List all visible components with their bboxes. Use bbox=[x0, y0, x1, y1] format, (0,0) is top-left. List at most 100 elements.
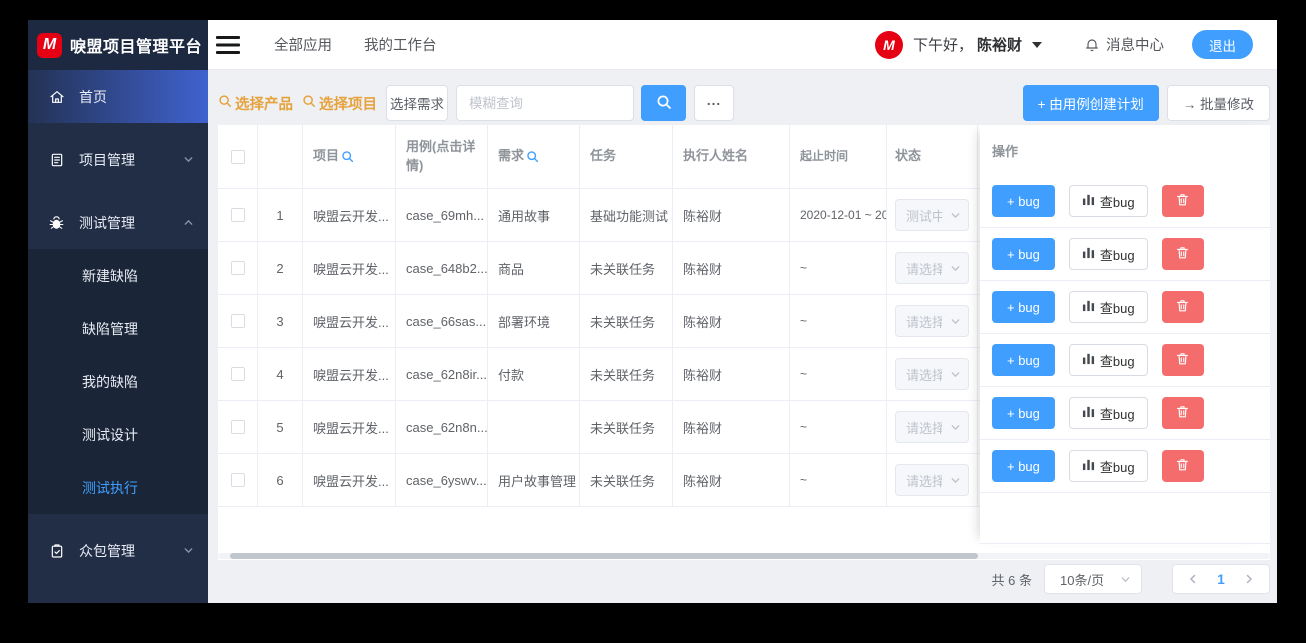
row-checkbox[interactable] bbox=[230, 261, 245, 275]
status-select[interactable]: 请选择 bbox=[895, 411, 969, 443]
column-search-icon[interactable] bbox=[341, 150, 354, 163]
view-bug-label: 查bug bbox=[1099, 459, 1135, 475]
delete-button[interactable] bbox=[1161, 344, 1204, 376]
select-demand-button[interactable]: 选择需求 bbox=[386, 85, 448, 121]
clipboard-icon bbox=[48, 542, 65, 559]
sidebar-subitem-new-defect[interactable]: 新建缺陷 bbox=[28, 249, 208, 302]
status-select-value: 请选择 bbox=[906, 367, 942, 383]
executor-header-label: 执行人姓名 bbox=[683, 148, 749, 164]
page-size-select[interactable]: 10条/页 bbox=[1044, 564, 1142, 594]
select-project-link[interactable]: 选择项目 bbox=[302, 93, 377, 114]
view-bug-label: 查bug bbox=[1099, 406, 1135, 422]
case-cell[interactable]: case_6yswv... bbox=[396, 454, 488, 506]
delete-button[interactable] bbox=[1161, 238, 1204, 270]
status-select[interactable]: 请选择 bbox=[895, 358, 969, 390]
create-plan-button[interactable]: + 由用例创建计划 bbox=[1022, 85, 1159, 121]
horizontal-scrollbar-thumb[interactable] bbox=[230, 553, 978, 559]
task-cell: 未关联任务 bbox=[580, 401, 673, 453]
select-all-checkbox[interactable] bbox=[230, 149, 245, 164]
trash-icon bbox=[1175, 245, 1190, 263]
sidebar-subitem-my-defects[interactable]: 我的缺陷 bbox=[28, 355, 208, 408]
view-bug-button[interactable]: 查bug bbox=[1068, 291, 1148, 323]
sidebar-item-label: 众包管理 bbox=[79, 542, 135, 559]
status-select[interactable]: 请选择 bbox=[895, 252, 969, 284]
add-bug-button[interactable]: + bug bbox=[992, 397, 1055, 429]
task-cell: 未关联任务 bbox=[580, 295, 673, 347]
row-checkbox[interactable] bbox=[230, 208, 245, 222]
project-header: 项目 bbox=[303, 125, 396, 188]
row-select-cell bbox=[218, 242, 258, 294]
add-bug-button[interactable]: + bug bbox=[992, 185, 1055, 217]
executor-cell: 陈裕财 bbox=[673, 348, 790, 400]
add-bug-button[interactable]: + bug bbox=[992, 450, 1055, 482]
case-cell[interactable]: case_62n8ir... bbox=[396, 348, 488, 400]
total-count: 共 6 条 bbox=[991, 572, 1032, 588]
search-button[interactable] bbox=[641, 85, 686, 121]
row-checkbox[interactable] bbox=[230, 314, 245, 328]
logout-button[interactable]: 退出 bbox=[1192, 30, 1253, 59]
sidebar-item-home[interactable]: 首页 bbox=[28, 70, 208, 123]
view-bug-button[interactable]: 查bug bbox=[1068, 450, 1148, 482]
view-bug-button[interactable]: 查bug bbox=[1068, 238, 1148, 270]
delete-button[interactable] bbox=[1161, 450, 1204, 482]
case-cell[interactable]: case_66sas... bbox=[396, 295, 488, 347]
user-menu[interactable]: 下午好， 陈裕财 bbox=[913, 34, 1042, 55]
avatar[interactable]: M bbox=[874, 30, 903, 59]
select-project-label: 选择项目 bbox=[319, 96, 377, 113]
case-cell[interactable]: case_69mh... bbox=[396, 189, 488, 241]
column-search-icon[interactable] bbox=[526, 150, 539, 163]
prev-page-button[interactable] bbox=[1187, 573, 1199, 585]
case-cell[interactable]: case_62n8n... bbox=[396, 401, 488, 453]
row-checkbox[interactable] bbox=[230, 420, 245, 434]
message-center[interactable]: 消息中心 bbox=[1084, 34, 1164, 55]
select-product-link[interactable]: 选择产品 bbox=[218, 93, 293, 114]
trash-icon bbox=[1175, 192, 1190, 210]
current-page[interactable]: 1 bbox=[1217, 572, 1225, 587]
nav-my-workbench[interactable]: 我的工作台 bbox=[364, 34, 437, 55]
trash-icon bbox=[1175, 351, 1190, 369]
executor-cell: 陈裕财 bbox=[673, 454, 790, 506]
pagination: 共 6 条 10条/页 1 bbox=[218, 564, 1270, 594]
select-product-label: 选择产品 bbox=[235, 96, 293, 113]
status-select[interactable]: 请选择 bbox=[895, 305, 969, 337]
fuzzy-search-input[interactable] bbox=[456, 85, 634, 121]
trash-icon bbox=[1175, 404, 1190, 422]
row-select-cell bbox=[218, 454, 258, 506]
view-bug-button[interactable]: 查bug bbox=[1068, 185, 1148, 217]
row-checkbox[interactable] bbox=[230, 367, 245, 381]
add-bug-button[interactable]: + bug bbox=[992, 344, 1055, 376]
time-cell: 2020-12-01 ~ 20 bbox=[790, 189, 887, 241]
time-cell: ~ bbox=[790, 242, 887, 294]
add-bug-button[interactable]: + bug bbox=[992, 238, 1055, 270]
search-icon bbox=[656, 94, 672, 113]
sidebar-subitem-test-execution[interactable]: 测试执行 bbox=[28, 461, 208, 514]
bell-icon bbox=[1084, 37, 1100, 53]
sidebar-item-extra[interactable] bbox=[28, 591, 208, 603]
case-cell[interactable]: case_648b2... bbox=[396, 242, 488, 294]
status-select[interactable]: 测试中 bbox=[895, 199, 969, 231]
demand-cell: 付款 bbox=[488, 348, 580, 400]
project-cell: 唳盟云开发... bbox=[303, 348, 396, 400]
more-filters-button[interactable]: ... bbox=[694, 85, 734, 121]
actions-row: + bug 查bug bbox=[980, 334, 1270, 387]
view-bug-button[interactable]: 查bug bbox=[1068, 397, 1148, 429]
sidebar-subitem-test-design[interactable]: 测试设计 bbox=[28, 408, 208, 461]
sidebar-item-crowd-management[interactable]: 众包管理 bbox=[28, 524, 208, 577]
status-select[interactable]: 请选择 bbox=[895, 464, 969, 496]
sidebar-item-project-management[interactable]: 项目管理 bbox=[28, 133, 208, 186]
add-bug-button[interactable]: + bug bbox=[992, 291, 1055, 323]
next-page-button[interactable] bbox=[1243, 573, 1255, 585]
hamburger-menu-icon[interactable] bbox=[216, 35, 240, 54]
row-checkbox[interactable] bbox=[230, 473, 245, 487]
chevron-down-icon bbox=[183, 154, 194, 165]
sidebar-item-test-management[interactable]: 测试管理 bbox=[28, 196, 208, 249]
delete-button[interactable] bbox=[1161, 397, 1204, 429]
batch-edit-button[interactable]: → 批量修改 bbox=[1166, 85, 1270, 121]
delete-button[interactable] bbox=[1161, 291, 1204, 323]
delete-button[interactable] bbox=[1161, 185, 1204, 217]
view-bug-button[interactable]: 查bug bbox=[1068, 344, 1148, 376]
actions-row: + bug 查bug bbox=[980, 281, 1270, 334]
nav-all-apps[interactable]: 全部应用 bbox=[274, 34, 332, 55]
sidebar-subitem-defect-management[interactable]: 缺陷管理 bbox=[28, 302, 208, 355]
bar-chart-icon bbox=[1082, 246, 1095, 262]
